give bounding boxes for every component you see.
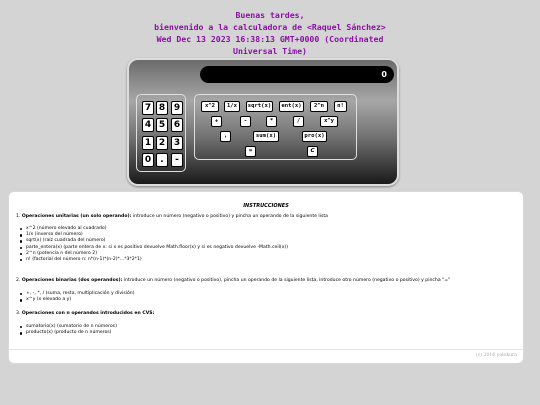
date-line: Universal Time) [233,46,307,56]
key-3[interactable]: 3 [171,136,183,150]
copyright-notice: (c) 2016 yolokura [475,352,517,358]
key-0[interactable]: 0 [142,153,154,167]
calculator: 0 7 8 9 4 5 6 1 2 3 0 . - x^2 1/x sqrt(x… [127,58,399,186]
op-inverse[interactable]: 1/x [224,101,240,112]
op-clear[interactable]: C [307,146,318,157]
op-subtract[interactable]: - [240,116,251,127]
op-product[interactable]: pro(x) [302,131,327,142]
op-power-of-two[interactable]: 2^n [310,101,328,112]
op-add[interactable]: + [211,116,222,127]
greeting-line: bienvenido a la calculadora de <Raquel S… [154,22,386,32]
key-9[interactable]: 9 [171,101,183,115]
footer-divider [9,349,523,350]
key-decimal[interactable]: . [156,153,168,167]
section-text: introduce un número (negativo o positivo… [122,278,451,283]
key-6[interactable]: 6 [171,118,183,132]
section-number: 3. [16,311,21,316]
calculator-display: 0 [200,66,394,83]
section-number: 2. [16,278,21,283]
op-factorial[interactable]: n! [334,101,347,112]
op-comma[interactable]: , [220,131,231,142]
section-n-operands: 3. Operaciones con n operandos introduci… [16,311,154,317]
op-divide[interactable]: / [293,116,304,127]
section-heading: Operaciones con n operandos introducidos… [21,311,155,316]
op-integer-part[interactable]: ent(x) [279,101,304,112]
key-7[interactable]: 7 [142,101,154,115]
key-2[interactable]: 2 [156,136,168,150]
op-sqrt[interactable]: sqrt(x) [246,101,273,112]
list-item: n! (factorial del número n: n*(n-1)*(n-2… [20,257,288,263]
instructions-panel: INSTRUCCIONES 1. Operaciones unitarias (… [8,191,524,364]
date-line: Wed Dec 13 2023 16:38:13 GMT+0000 (Coord… [156,34,384,44]
numpad: 7 8 9 4 5 6 1 2 3 0 . - [136,94,186,172]
greeting-line: Buenas tardes, [235,10,305,20]
section-heading: Operaciones unitarias (un solo operando)… [21,214,132,219]
op-equals[interactable]: = [245,146,256,157]
list-item: x^y (x elevado a y) [20,297,135,303]
key-8[interactable]: 8 [156,101,168,115]
section-heading: Operaciones binarias (dos operandos): [21,278,123,283]
op-square[interactable]: x^2 [201,101,219,112]
greeting-header: Buenas tardes, bienvenido a la calculado… [0,9,540,57]
instructions-title: INSTRUCCIONES [243,203,289,209]
operations-pad: x^2 1/x sqrt(x) ent(x) 2^n n! + - * / x^… [194,94,357,160]
op-power[interactable]: x^y [320,116,338,127]
section-text: introduce un número (negativo o positivo… [131,214,328,219]
section-number: 1. [16,214,21,219]
n-operands-list: sumatorio(x) (sumatorio de n números) pr… [20,324,117,336]
binary-list: +, -, *, / (suma, resta, multiplicación … [20,291,135,303]
op-sum[interactable]: sum(x) [253,131,279,142]
section-binary: 2. Operaciones binarias (dos operandos):… [16,278,450,284]
key-4[interactable]: 4 [142,118,154,132]
op-multiply[interactable]: * [266,116,277,127]
list-item: producto(x) (producto de n números) [20,330,117,336]
unary-list: x^2 (número elevado al cuadrado) 1/x (in… [20,226,288,263]
key-5[interactable]: 5 [156,118,168,132]
section-unary: 1. Operaciones unitarias (un solo operan… [16,214,328,220]
key-1[interactable]: 1 [142,136,154,150]
key-minus-sign[interactable]: - [171,153,183,167]
